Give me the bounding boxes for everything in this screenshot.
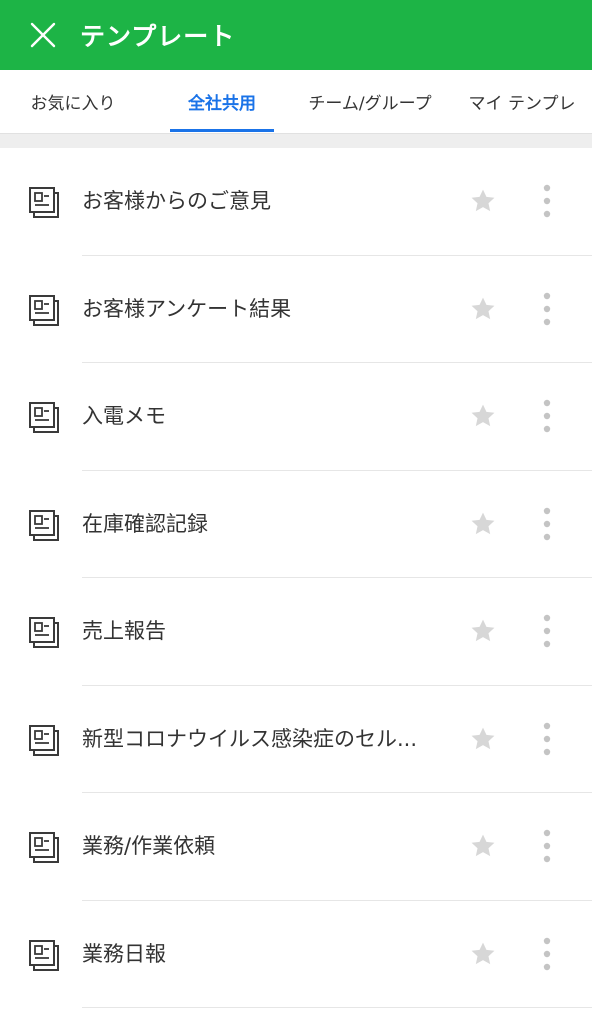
document-icon: [28, 294, 62, 328]
favorite-star-button[interactable]: [468, 939, 498, 969]
more-vertical-icon: [542, 184, 552, 218]
page-title: テンプレート: [80, 22, 236, 51]
template-row[interactable]: 在庫確認記録: [0, 470, 592, 578]
template-row[interactable]: 入電メモ: [0, 363, 592, 471]
template-row[interactable]: 業務日報: [0, 900, 592, 1008]
template-title: 業務日報: [82, 941, 166, 966]
close-button[interactable]: [28, 20, 58, 50]
template-title: 業務/作業依頼: [82, 834, 216, 858]
more-options-button[interactable]: [532, 292, 562, 326]
section-divider: [0, 134, 592, 148]
more-vertical-icon: [542, 829, 552, 863]
star-icon: [469, 187, 497, 215]
template-title: お客様からのご意見: [82, 189, 271, 213]
star-icon: [469, 617, 497, 645]
favorite-star-button[interactable]: [468, 294, 498, 324]
document-icon: [28, 186, 62, 220]
more-vertical-icon: [542, 722, 552, 756]
template-list: お客様からのご意見 お客様アンケート結果 入電メモ在庫確認記録 売上報告新型コロナウイ…: [0, 148, 592, 1008]
tab-my-templates[interactable]: マイ テンプレ: [452, 70, 592, 133]
document-icon: [28, 831, 62, 865]
tab-team-group[interactable]: チーム/グループ: [296, 70, 444, 133]
star-icon: [469, 725, 497, 753]
template-row[interactable]: お客様からのご意見: [0, 148, 592, 256]
template-row[interactable]: 業務/作業依頼: [0, 793, 592, 901]
star-icon: [469, 295, 497, 323]
star-icon: [469, 510, 497, 538]
more-vertical-icon: [542, 399, 552, 433]
more-vertical-icon: [542, 292, 552, 326]
more-options-button[interactable]: [532, 507, 562, 541]
row-divider: [82, 1007, 592, 1008]
active-tab-indicator: [170, 129, 274, 132]
favorite-star-button[interactable]: [468, 616, 498, 646]
star-icon: [469, 832, 497, 860]
app-header: テンプレート: [0, 0, 592, 70]
favorite-star-button[interactable]: [468, 401, 498, 431]
close-icon: [30, 22, 56, 48]
more-vertical-icon: [542, 937, 552, 971]
template-title: お客様アンケート結果: [82, 296, 292, 321]
star-icon: [469, 402, 497, 430]
document-icon: [28, 616, 62, 650]
favorite-star-button[interactable]: [468, 186, 498, 216]
favorite-star-button[interactable]: [468, 831, 498, 861]
star-icon: [469, 940, 497, 968]
tab-bar: お気に入り 全社共用 チーム/グループ マイ テンプレ: [0, 70, 592, 134]
more-vertical-icon: [542, 614, 552, 648]
tab-company-shared[interactable]: 全社共用: [170, 70, 274, 133]
template-title: 在庫確認記録: [82, 511, 208, 536]
more-options-button[interactable]: [532, 722, 562, 756]
template-row[interactable]: お客様アンケート結果: [0, 255, 592, 363]
template-title: 新型コロナウイルス感染症のセル...: [82, 726, 418, 751]
document-icon: [28, 724, 62, 758]
document-icon: [28, 939, 62, 973]
document-icon: [28, 401, 62, 435]
more-options-button[interactable]: [532, 937, 562, 971]
more-options-button[interactable]: [532, 829, 562, 863]
favorite-star-button[interactable]: [468, 724, 498, 754]
tab-favorites[interactable]: お気に入り: [10, 70, 136, 133]
template-title: 売上報告: [82, 619, 166, 643]
template-row[interactable]: 売上報告: [0, 578, 592, 686]
template-title: 入電メモ: [82, 404, 166, 428]
template-row[interactable]: 新型コロナウイルス感染症のセル...: [0, 685, 592, 793]
favorite-star-button[interactable]: [468, 509, 498, 539]
more-options-button[interactable]: [532, 184, 562, 218]
document-icon: [28, 509, 62, 543]
more-options-button[interactable]: [532, 614, 562, 648]
more-vertical-icon: [542, 507, 552, 541]
more-options-button[interactable]: [532, 399, 562, 433]
